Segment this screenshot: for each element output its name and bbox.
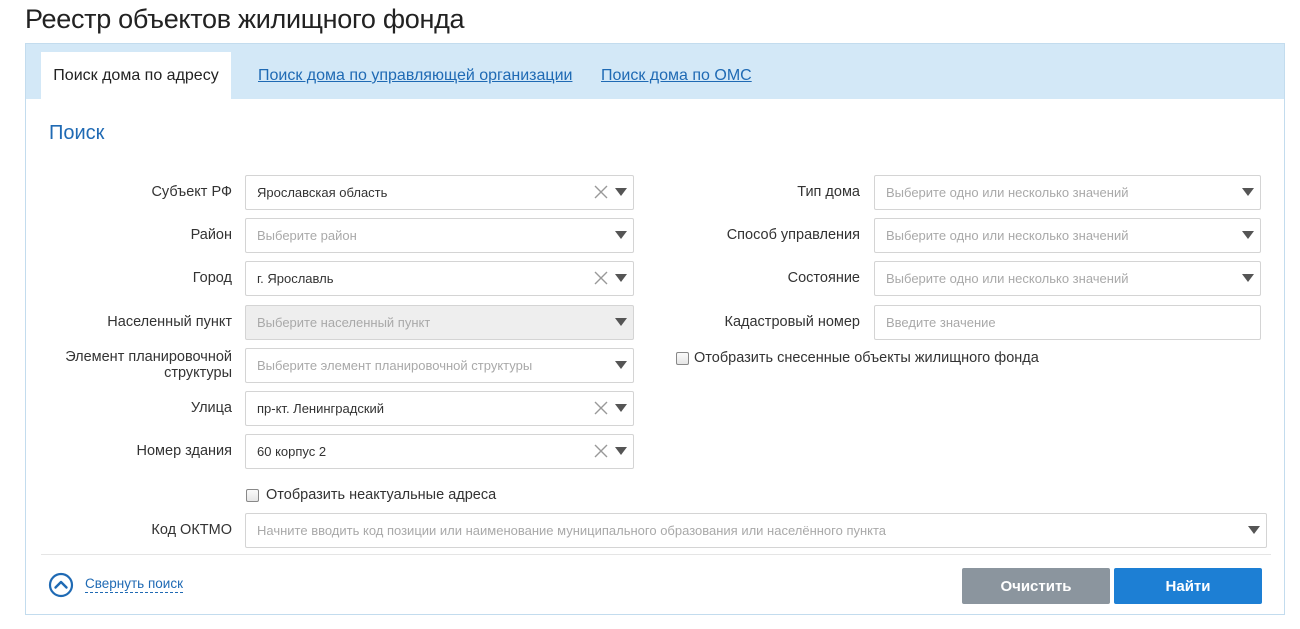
- clear-icon[interactable]: [593, 270, 609, 286]
- cadastral-placeholder: Введите значение: [886, 315, 996, 330]
- chevron-down-icon[interactable]: [615, 318, 627, 326]
- collapse-search-link[interactable]: Свернуть поиск: [85, 576, 183, 593]
- tab-search-by-oms[interactable]: Поиск дома по ОМС: [601, 52, 752, 99]
- chevron-down-icon[interactable]: [1242, 274, 1254, 282]
- planning-element-label: Элемент планировочной структуры: [46, 349, 232, 381]
- clear-icon[interactable]: [593, 443, 609, 459]
- clear-button[interactable]: Очистить: [962, 568, 1110, 604]
- chevron-down-icon[interactable]: [1242, 231, 1254, 239]
- chevron-down-icon[interactable]: [615, 447, 627, 455]
- chevron-down-icon[interactable]: [615, 404, 627, 412]
- tab-bar: Поиск дома по адресу Поиск дома по управ…: [26, 44, 1284, 99]
- clear-icon[interactable]: [593, 400, 609, 416]
- oktmo-label: Код ОКТМО: [151, 522, 232, 538]
- section-title: Поиск: [49, 122, 105, 144]
- chevron-down-icon[interactable]: [615, 361, 627, 369]
- find-button[interactable]: Найти: [1114, 568, 1262, 604]
- clear-icon[interactable]: [593, 184, 609, 200]
- show-irrelevant-checkbox[interactable]: [246, 489, 259, 502]
- tab-search-by-management-org[interactable]: Поиск дома по управляющей организации: [258, 52, 572, 99]
- city-label: Город: [192, 270, 232, 286]
- show-demolished-label[interactable]: Отобразить снесенные объекты жилищного ф…: [694, 350, 1039, 366]
- chevron-up-circle-icon[interactable]: [48, 572, 74, 598]
- district-placeholder: Выберите район: [257, 228, 357, 243]
- management-select[interactable]: Выберите одно или несколько значений: [874, 218, 1261, 253]
- show-irrelevant-label[interactable]: Отобразить неактуальные адреса: [266, 487, 496, 503]
- city-value: г. Ярославль: [257, 271, 334, 286]
- management-label: Способ управления: [726, 227, 860, 243]
- house-type-label: Тип дома: [797, 184, 860, 200]
- management-placeholder: Выберите одно или несколько значений: [886, 228, 1129, 243]
- street-value: пр-кт. Ленинградский: [257, 401, 385, 416]
- state-placeholder: Выберите одно или несколько значений: [886, 271, 1129, 286]
- cadastral-label: Кадастровый номер: [724, 314, 860, 330]
- settlement-label: Населенный пункт: [107, 314, 232, 330]
- street-label: Улица: [190, 400, 232, 416]
- chevron-down-icon[interactable]: [615, 188, 627, 196]
- house-type-select[interactable]: Выберите одно или несколько значений: [874, 175, 1261, 210]
- oktmo-placeholder: Начните вводить код позиции или наименов…: [257, 523, 887, 538]
- settlement-placeholder: Выберите населенный пункт: [257, 315, 431, 330]
- district-label: Район: [190, 227, 232, 243]
- search-panel: Поиск дома по адресу Поиск дома по управ…: [25, 43, 1285, 615]
- planning-element-select[interactable]: Выберите элемент планировочной структуры: [245, 348, 634, 383]
- district-select[interactable]: Выберите район: [245, 218, 634, 253]
- planning-label-line2: структуры: [164, 365, 232, 381]
- street-select[interactable]: пр-кт. Ленинградский: [245, 391, 634, 426]
- oktmo-select[interactable]: Начните вводить код позиции или наименов…: [245, 513, 1267, 548]
- building-value: 60 корпус 2: [257, 444, 327, 459]
- subject-label: Субъект РФ: [151, 184, 232, 200]
- show-demolished-checkbox[interactable]: [676, 352, 689, 365]
- house-type-placeholder: Выберите одно или несколько значений: [886, 185, 1129, 200]
- settlement-select[interactable]: Выберите населенный пункт: [245, 305, 634, 340]
- building-select[interactable]: 60 корпус 2: [245, 434, 634, 469]
- chevron-down-icon[interactable]: [615, 274, 627, 282]
- chevron-down-icon[interactable]: [615, 231, 627, 239]
- chevron-down-icon[interactable]: [1242, 188, 1254, 196]
- subject-value: Ярославская область: [257, 185, 388, 200]
- planning-label-line1: Элемент планировочной: [65, 349, 232, 365]
- divider: [41, 554, 1271, 555]
- tab-search-by-address[interactable]: Поиск дома по адресу: [41, 52, 231, 99]
- chevron-down-icon[interactable]: [1248, 526, 1260, 534]
- page-title: Реестр объектов жилищного фонда: [25, 4, 465, 34]
- city-select[interactable]: г. Ярославль: [245, 261, 634, 296]
- planning-placeholder: Выберите элемент планировочной структуры: [257, 358, 533, 373]
- building-label: Номер здания: [136, 443, 232, 459]
- state-label: Состояние: [787, 270, 860, 286]
- state-select[interactable]: Выберите одно или несколько значений: [874, 261, 1261, 296]
- cadastral-input[interactable]: Введите значение: [874, 305, 1261, 340]
- subject-select[interactable]: Ярославская область: [245, 175, 634, 210]
